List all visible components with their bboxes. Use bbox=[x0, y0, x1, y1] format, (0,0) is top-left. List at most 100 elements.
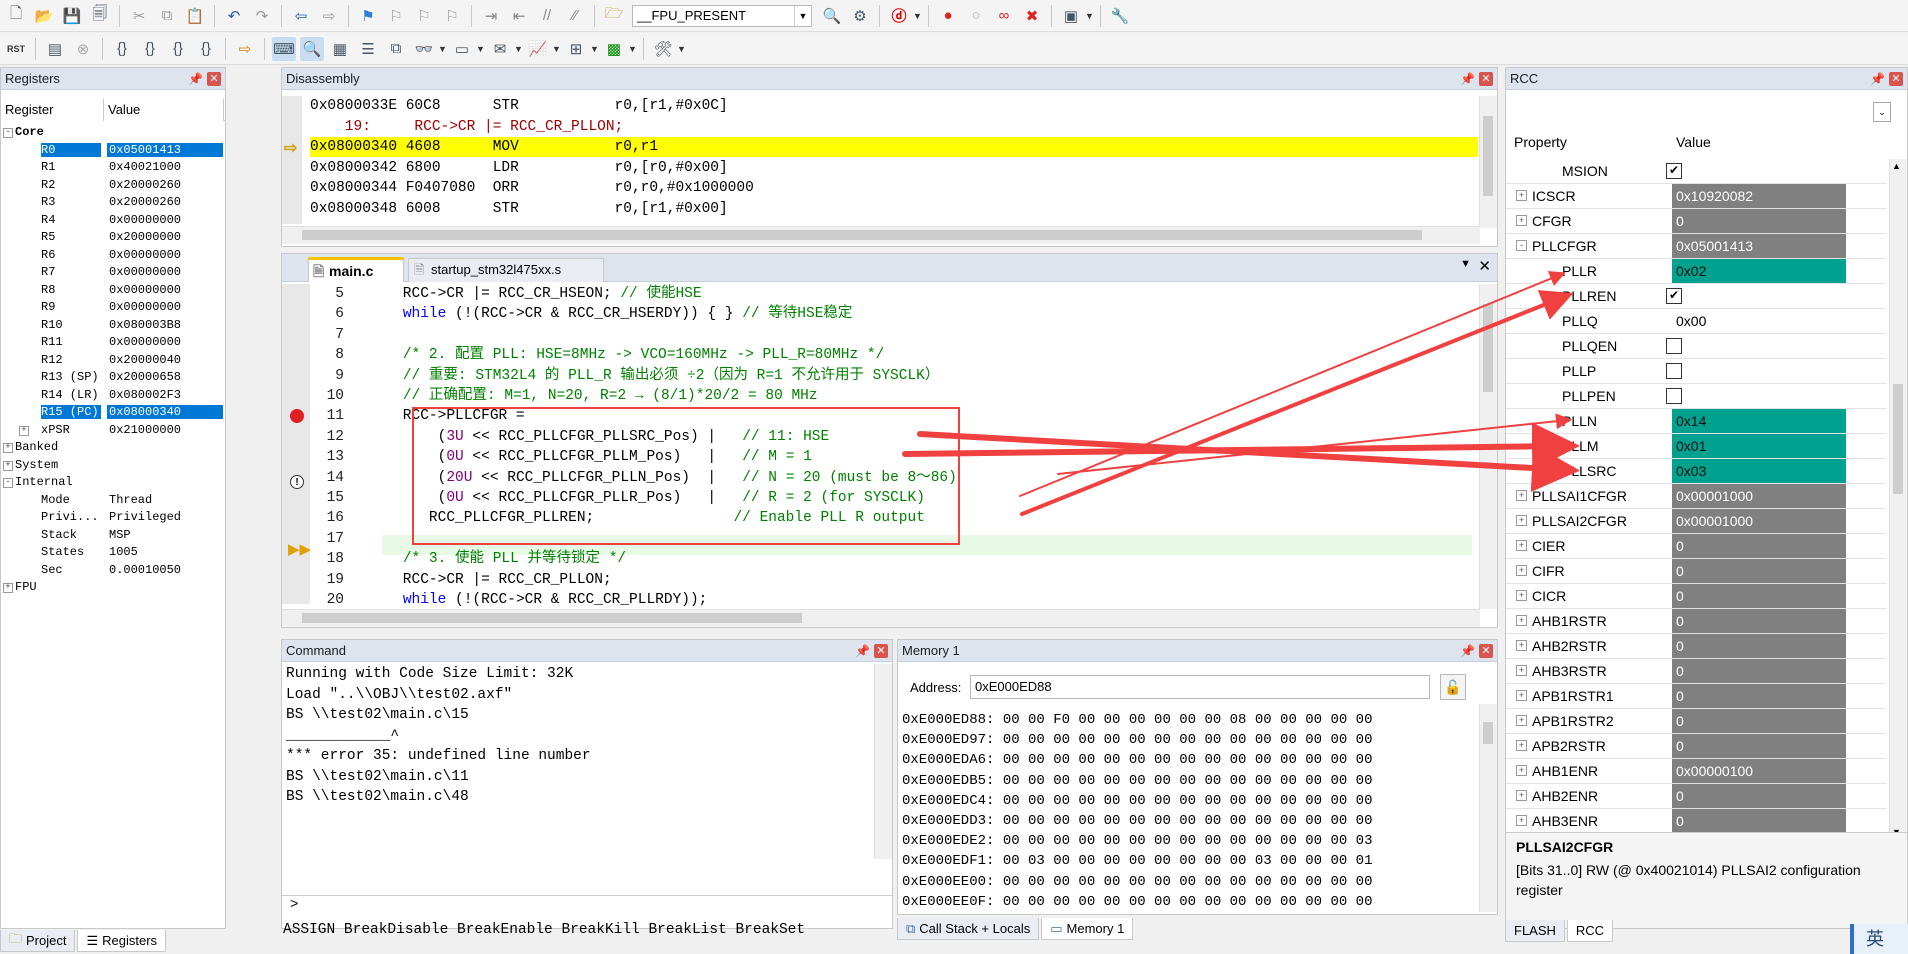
call-stack-icon[interactable]: ⧉ bbox=[384, 37, 408, 61]
rcc-row-cier[interactable]: + CIER 0 bbox=[1506, 534, 1886, 559]
col-value-header[interactable]: Value bbox=[1676, 134, 1711, 150]
chevron-down-icon[interactable]: ▼ bbox=[913, 11, 923, 21]
nav-back-icon[interactable]: ⇦ bbox=[289, 4, 313, 28]
register-row[interactable]: + FPU bbox=[1, 579, 225, 596]
register-value[interactable]: 0x20000260 bbox=[107, 178, 223, 192]
chevron-down-icon[interactable]: ▼ bbox=[476, 44, 486, 54]
register-value[interactable]: 0x08000340 bbox=[107, 405, 223, 419]
disassembly-line[interactable]: 0x08000348 6008 STR r0,[r1,#0x00] bbox=[310, 199, 1478, 219]
memory-row[interactable]: 0xE000EE00: 00 00 00 00 00 00 00 00 00 0… bbox=[902, 873, 1372, 891]
indent-icon[interactable]: ⇥ bbox=[479, 4, 503, 28]
rcc-row-pllr[interactable]: PLLR 0x02 bbox=[1506, 259, 1886, 284]
property-value[interactable]: 0x01 bbox=[1672, 434, 1846, 458]
pin-icon[interactable]: 📌 bbox=[1460, 72, 1475, 86]
tab-project[interactable]: 🗀 Project bbox=[0, 930, 76, 952]
register-value[interactable]: 0.00010050 bbox=[107, 563, 223, 577]
rcc-row-ahb1rstr[interactable]: + AHB1RSTR 0 bbox=[1506, 609, 1886, 634]
scroll-thumb[interactable] bbox=[302, 230, 1422, 240]
rcc-row-cfgr[interactable]: + CFGR 0 bbox=[1506, 209, 1886, 234]
disassembly-hscroll[interactable] bbox=[282, 226, 1480, 244]
expand-icon[interactable]: + bbox=[1516, 590, 1527, 601]
cut-icon[interactable]: ✂ bbox=[127, 4, 151, 28]
scroll-thumb[interactable] bbox=[1483, 304, 1493, 392]
register-row[interactable]: R9 0x00000000 bbox=[1, 299, 225, 316]
code-line[interactable]: 8 /* 2. 配置 PLL: HSE=8MHz -> VCO=160MHz -… bbox=[282, 345, 1478, 365]
register-row[interactable]: R8 0x00000000 bbox=[1, 282, 225, 299]
register-value[interactable]: 0x080002F3 bbox=[107, 388, 223, 402]
editor-hscroll[interactable] bbox=[282, 609, 1480, 627]
collapse-icon[interactable]: - bbox=[1516, 240, 1527, 251]
step-out-icon[interactable]: {} bbox=[166, 37, 190, 61]
rcc-row-ahb1enr[interactable]: + AHB1ENR 0x00000100 bbox=[1506, 759, 1886, 784]
register-row[interactable]: + xPSR 0x21000000 bbox=[1, 422, 225, 439]
rcc-row-apb1rstr1[interactable]: + APB1RSTR1 0 bbox=[1506, 684, 1886, 709]
pin-icon[interactable]: 📌 bbox=[1870, 72, 1885, 86]
lock-icon[interactable]: 🔓 bbox=[1440, 674, 1466, 700]
register-value[interactable]: 0x20000260 bbox=[107, 195, 223, 209]
save-icon[interactable]: 💾 bbox=[60, 4, 84, 28]
register-row[interactable]: R7 0x00000000 bbox=[1, 264, 225, 281]
register-row[interactable]: R12 0x20000040 bbox=[1, 352, 225, 369]
next-bookmark-icon[interactable]: ⚐ bbox=[412, 4, 436, 28]
memory-row[interactable]: 0xE000ED97: 00 00 00 00 00 00 00 00 00 0… bbox=[902, 731, 1372, 749]
scroll-thumb[interactable] bbox=[1483, 116, 1493, 196]
address-input[interactable]: 0xE000ED88 bbox=[970, 675, 1430, 699]
expand-icon[interactable]: + bbox=[1516, 815, 1527, 826]
unindent-icon[interactable]: ⇤ bbox=[507, 4, 531, 28]
prev-bookmark-icon[interactable]: ⚐ bbox=[384, 4, 408, 28]
chevron-down-icon[interactable]: ▼ bbox=[552, 44, 562, 54]
rcc-row-icscr[interactable]: + ICSCR 0x10920082 bbox=[1506, 184, 1886, 209]
register-row[interactable]: R1 0x40021000 bbox=[1, 159, 225, 176]
copy-icon[interactable]: ⧉ bbox=[155, 4, 179, 28]
expand-icon[interactable]: + bbox=[1516, 690, 1527, 701]
code-line[interactable]: 19 RCC->CR |= RCC_CR_PLLON; bbox=[282, 570, 1478, 590]
system-viewer-icon[interactable]: ▩ bbox=[602, 37, 626, 61]
expand-icon[interactable]: + bbox=[3, 583, 13, 593]
close-icon[interactable]: ✕ bbox=[1889, 72, 1903, 86]
code-line[interactable]: 5 RCC->CR |= RCC_CR_HSEON; // 使能HSE bbox=[282, 284, 1478, 304]
code-line[interactable]: 20 while (!(RCC->CR & RCC_CR_PLLRDY)); bbox=[282, 590, 1478, 610]
command-input-row[interactable] bbox=[282, 895, 892, 896]
property-value[interactable]: 0 bbox=[1672, 809, 1846, 833]
register-row[interactable]: States 1005 bbox=[1, 544, 225, 561]
stop-icon[interactable]: ⊗ bbox=[71, 37, 95, 61]
register-row[interactable]: R0 0x05001413 bbox=[1, 142, 225, 159]
rcc-dropdown[interactable]: ⌄ bbox=[1510, 98, 1891, 126]
register-value[interactable]: 0x21000000 bbox=[107, 423, 223, 437]
find-in-files-icon[interactable]: 🗁 bbox=[602, 4, 626, 28]
register-row[interactable]: R3 0x20000260 bbox=[1, 194, 225, 211]
registers-window-icon[interactable]: ☰ bbox=[356, 37, 380, 61]
step-over-icon[interactable]: {} bbox=[138, 37, 162, 61]
rcc-row-apb1rstr2[interactable]: + APB1RSTR2 0 bbox=[1506, 709, 1886, 734]
new-file-icon[interactable]: 🗋 bbox=[4, 4, 28, 28]
rcc-row-msion[interactable]: MSION ✔ bbox=[1506, 159, 1886, 184]
col-property-header[interactable]: Property bbox=[1514, 134, 1567, 150]
close-icon[interactable]: ✕ bbox=[207, 72, 221, 86]
close-icon[interactable]: ✕ bbox=[874, 644, 888, 658]
property-value[interactable]: 0 bbox=[1672, 634, 1846, 658]
register-row[interactable]: R2 0x20000260 bbox=[1, 177, 225, 194]
property-value[interactable]: 0x00001000 bbox=[1672, 509, 1846, 533]
register-value[interactable]: Privileged bbox=[107, 510, 223, 524]
scroll-thumb[interactable] bbox=[1893, 384, 1903, 494]
register-value[interactable]: 0x00000000 bbox=[107, 283, 223, 297]
expand-icon[interactable]: + bbox=[1516, 715, 1527, 726]
register-value[interactable]: 0x00000000 bbox=[107, 248, 223, 262]
rcc-row-cifr[interactable]: + CIFR 0 bbox=[1506, 559, 1886, 584]
disassembly-line[interactable]: 0x08000342 6800 LDR r0,[r0,#0x00] bbox=[310, 158, 1478, 178]
register-row[interactable]: Mode Thread bbox=[1, 492, 225, 509]
disassembly-vscroll[interactable] bbox=[1479, 96, 1497, 228]
register-value[interactable]: 0x40021000 bbox=[107, 160, 223, 174]
property-value[interactable]: 0 bbox=[1672, 734, 1846, 758]
expand-icon[interactable]: + bbox=[1516, 740, 1527, 751]
property-value[interactable]: 0 bbox=[1672, 584, 1846, 608]
watch-window-icon[interactable]: 👓 bbox=[412, 37, 436, 61]
find-icon[interactable]: 🔍 bbox=[820, 4, 844, 28]
trace-window-icon[interactable]: ⊞ bbox=[564, 37, 588, 61]
property-value[interactable]: 0 bbox=[1672, 209, 1846, 233]
chevron-down-icon[interactable]: ▼ bbox=[677, 44, 687, 54]
nav-forward-icon[interactable]: ⇨ bbox=[317, 4, 341, 28]
window-layout-icon[interactable]: ▣ bbox=[1059, 4, 1083, 28]
redo-icon[interactable]: ↷ bbox=[250, 4, 274, 28]
memory-vscroll[interactable] bbox=[1479, 704, 1497, 912]
